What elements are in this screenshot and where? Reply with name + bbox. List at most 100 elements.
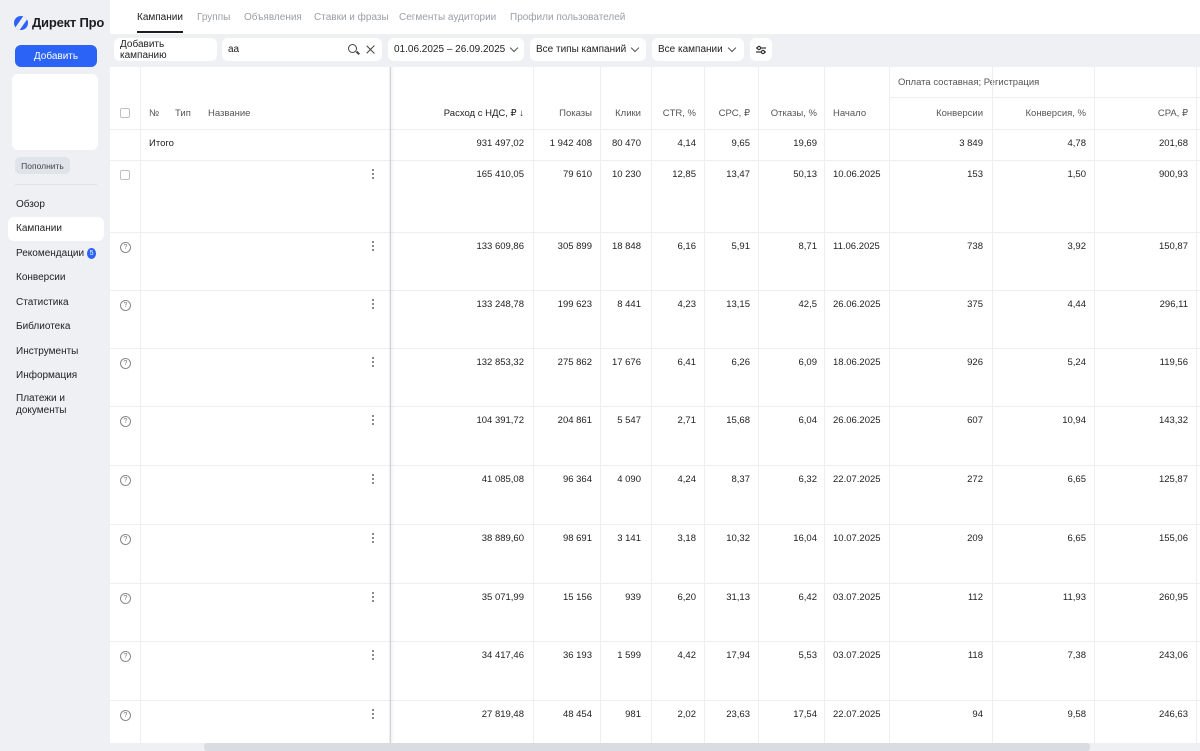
cell-cpa: 150,87 bbox=[1158, 241, 1188, 252]
cell-cpa: 143,32 bbox=[1158, 415, 1188, 426]
column-settings-button[interactable] bbox=[750, 38, 772, 61]
column-header-name[interactable]: Название bbox=[208, 108, 250, 119]
column-header-impressions[interactable]: Показы bbox=[559, 108, 592, 119]
campaigns-filter-select[interactable]: Все кампании bbox=[652, 38, 744, 61]
row-divider bbox=[110, 583, 1200, 584]
row-menu-icon[interactable] bbox=[372, 299, 375, 310]
row-menu-icon[interactable] bbox=[372, 474, 375, 485]
cell-ctr: 4,42 bbox=[677, 650, 697, 661]
cell-clicks: 4 090 bbox=[617, 474, 641, 485]
row-divider bbox=[110, 406, 1200, 407]
column-header-conversions[interactable]: Конверсии bbox=[936, 108, 983, 119]
column-header-start[interactable]: Начало bbox=[833, 108, 866, 119]
horizontal-scrollbar[interactable] bbox=[204, 743, 1090, 751]
sidebar-item-tools[interactable]: Инструменты bbox=[8, 339, 104, 364]
sidebar-item-overview[interactable]: Обзор bbox=[8, 192, 104, 217]
cell-cpc: 6,26 bbox=[731, 357, 751, 368]
row-menu-icon[interactable] bbox=[372, 592, 375, 603]
row-menu-icon[interactable] bbox=[372, 533, 375, 544]
help-icon[interactable]: ? bbox=[120, 710, 131, 721]
cell-impressions: 199 623 bbox=[557, 299, 592, 310]
cell-conversions: 926 bbox=[967, 357, 983, 368]
tab-groups[interactable]: Группы bbox=[197, 12, 230, 23]
row-menu-icon[interactable] bbox=[372, 169, 375, 180]
cell-cpa: 155,06 bbox=[1158, 533, 1188, 544]
help-icon[interactable]: ? bbox=[120, 475, 131, 486]
column-header-conv-rate[interactable]: Конверсия, % bbox=[1026, 108, 1087, 119]
sidebar-item-label: Информация bbox=[16, 370, 78, 382]
date-range-select[interactable]: 01.06.2025 – 26.09.2025 bbox=[388, 38, 524, 61]
search-icon[interactable] bbox=[348, 44, 357, 53]
sidebar-item-payments[interactable]: Платежи и документы bbox=[8, 388, 104, 422]
row-menu-icon[interactable] bbox=[372, 650, 375, 661]
sidebar-item-campaigns[interactable]: Кампании bbox=[8, 216, 104, 241]
sidebar-item-conversions[interactable]: Конверсии bbox=[8, 266, 104, 291]
cell-impressions: 48 454 bbox=[562, 709, 592, 720]
cell-clicks: 1 599 bbox=[617, 650, 641, 661]
column-header-cpc[interactable]: CPC, ₽ bbox=[719, 108, 750, 119]
help-icon[interactable]: ? bbox=[120, 358, 131, 369]
row-menu-icon[interactable] bbox=[372, 415, 375, 426]
cell-cpa: 260,95 bbox=[1158, 592, 1188, 603]
topup-button[interactable]: Пополнить bbox=[15, 157, 70, 174]
add-campaign-button[interactable]: Добавить кампанию bbox=[114, 38, 217, 61]
row-menu-icon[interactable] bbox=[372, 709, 375, 720]
row-menu-icon[interactable] bbox=[372, 357, 375, 368]
cell-spend: 34 417,46 bbox=[481, 650, 524, 661]
column-header-clicks[interactable]: Клики bbox=[615, 108, 641, 119]
tab-user-profiles[interactable]: Профили пользователей bbox=[510, 12, 625, 23]
cell-start: 11.06.2025 bbox=[833, 241, 880, 252]
logo[interactable]: Директ Про bbox=[14, 15, 104, 30]
main-area: Кампании Группы Объявления Ставки и фраз… bbox=[110, 0, 1200, 751]
add-button[interactable]: Добавить bbox=[15, 45, 97, 67]
cell-spend: 41 085,08 bbox=[481, 474, 524, 485]
help-icon[interactable]: ? bbox=[120, 416, 131, 427]
column-header-bounce[interactable]: Отказы, % bbox=[771, 108, 817, 119]
sidebar-item-label: Кампании bbox=[16, 223, 62, 235]
sidebar-item-recommendations[interactable]: Рекомендации 5 bbox=[8, 241, 104, 266]
campaign-types-select[interactable]: Все типы кампаний bbox=[530, 38, 646, 61]
clear-search-icon[interactable] bbox=[366, 45, 375, 54]
tab-ads[interactable]: Объявления bbox=[244, 12, 302, 23]
total-spend: 931 497,02 bbox=[476, 138, 524, 149]
tab-campaigns[interactable]: Кампании bbox=[137, 12, 183, 23]
column-header-cpa[interactable]: CPA, ₽ bbox=[1158, 108, 1188, 119]
help-icon[interactable]: ? bbox=[120, 534, 131, 545]
cell-ctr: 3,18 bbox=[677, 533, 697, 544]
total-cpa: 201,68 bbox=[1158, 138, 1188, 149]
help-icon[interactable]: ? bbox=[120, 300, 131, 311]
cell-cpc: 10,32 bbox=[726, 533, 750, 544]
help-icon[interactable]: ? bbox=[120, 593, 131, 604]
cell-ctr: 4,24 bbox=[677, 474, 697, 485]
cell-conversions: 607 bbox=[967, 415, 983, 426]
help-icon[interactable]: ? bbox=[120, 651, 131, 662]
frozen-column-shadow bbox=[389, 67, 395, 743]
help-icon[interactable]: ? bbox=[120, 242, 131, 253]
sidebar-item-library[interactable]: Библиотека bbox=[8, 315, 104, 340]
row-menu-icon[interactable] bbox=[372, 241, 375, 252]
cell-clicks: 8 441 bbox=[617, 299, 641, 310]
cell-cpc: 15,68 bbox=[726, 415, 750, 426]
tab-bids-phrases[interactable]: Ставки и фразы bbox=[314, 12, 389, 23]
cell-conv-rate: 7,38 bbox=[1067, 650, 1087, 661]
cell-conv-rate: 3,92 bbox=[1067, 241, 1087, 252]
sidebar-item-statistics[interactable]: Статистика bbox=[8, 290, 104, 315]
cell-impressions: 275 862 bbox=[557, 357, 592, 368]
sidebar-item-label: Библиотека bbox=[16, 321, 71, 333]
cell-start: 26.06.2025 bbox=[833, 415, 881, 426]
cell-spend: 133 248,78 bbox=[476, 299, 524, 310]
cell-bounce: 17,54 bbox=[793, 709, 817, 720]
cell-conversions: 153 bbox=[967, 169, 983, 180]
column-header-ctr[interactable]: CTR, % bbox=[663, 108, 696, 119]
column-header-spend[interactable]: Расход с НДС, ₽ ↓ bbox=[444, 108, 524, 119]
row-checkbox[interactable] bbox=[120, 170, 130, 180]
sidebar-item-information[interactable]: Информация bbox=[8, 364, 104, 389]
cell-conv-rate: 10,94 bbox=[1062, 415, 1086, 426]
select-all-checkbox[interactable] bbox=[120, 108, 130, 118]
cell-bounce: 6,42 bbox=[798, 592, 818, 603]
yandex-logo-icon bbox=[14, 15, 28, 30]
cell-cpc: 23,63 bbox=[726, 709, 750, 720]
tab-audience-segments[interactable]: Сегменты аудитории bbox=[399, 12, 496, 23]
row-divider bbox=[110, 232, 1200, 233]
search-input[interactable]: aa bbox=[222, 38, 382, 61]
